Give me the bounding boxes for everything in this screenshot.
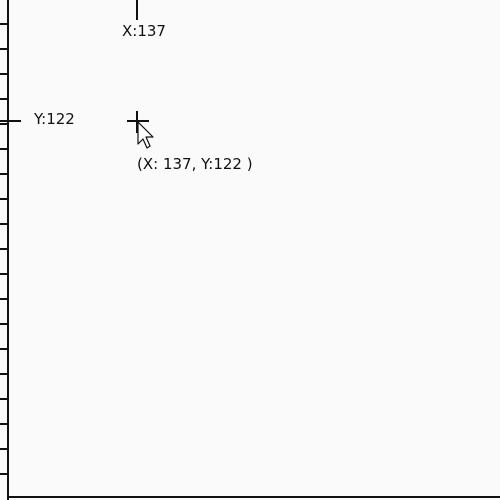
y-coordinate-readout: Y:122 <box>34 110 75 128</box>
x-coordinate-readout: X:137 <box>122 22 166 40</box>
vertical-ruler-ticks <box>0 23 8 475</box>
ruler-frame <box>0 0 500 500</box>
arrow-cursor-icon <box>137 121 154 149</box>
measurement-canvas[interactable]: X:137 Y:122 (X: 137, Y:122 ) <box>0 0 500 500</box>
cursor-position-label: (X: 137, Y:122 ) <box>137 155 253 173</box>
